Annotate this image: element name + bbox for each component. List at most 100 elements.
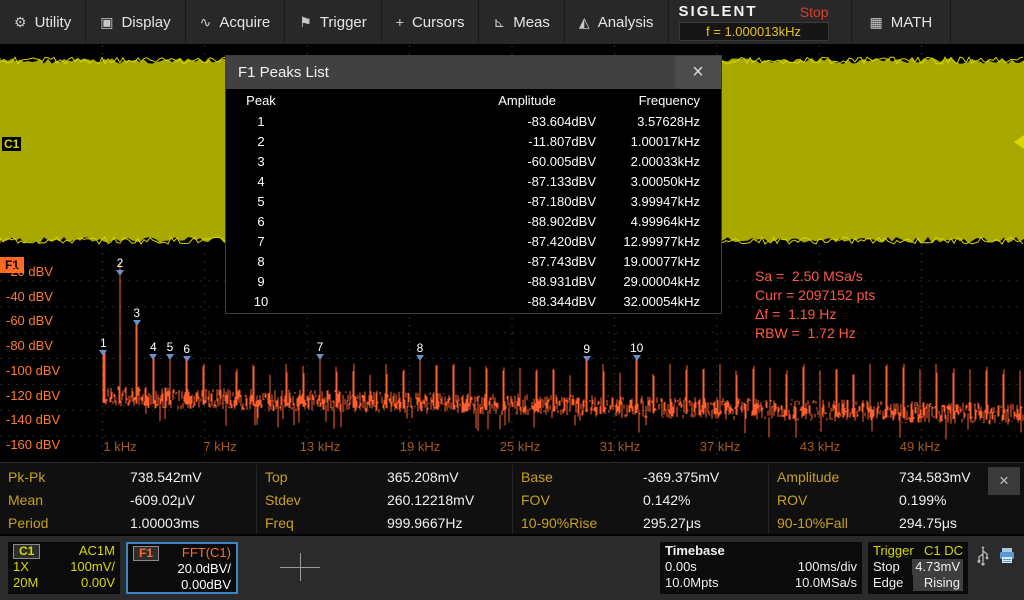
peaks-row: 6-88.902dBV4.99964kHz [226, 211, 721, 231]
peak-marker: 1 [93, 337, 113, 356]
fft-y-label: -20 dBV [6, 264, 53, 279]
peak-frequency: 3.99947kHz [606, 194, 718, 209]
c1-coupling: AC1M [79, 543, 115, 559]
trigger-label: Trigger [873, 543, 914, 559]
printer-icon[interactable] [998, 546, 1016, 566]
meas-close-icon[interactable]: × [988, 467, 1020, 495]
peak-marker: 9 [577, 343, 597, 362]
dialog-title: F1 Peaks List [226, 64, 329, 81]
peak-num: 7 [226, 234, 296, 249]
peak-marker-triangle-icon [99, 350, 107, 356]
measurement-cell: FOV0.142% [512, 488, 768, 511]
peaks-table-body: 1-83.604dBV3.57628Hz2-11.807dBV1.00017kH… [226, 111, 721, 311]
measurement-value: -609.02μV [130, 492, 195, 508]
menu-label: Analysis [598, 14, 654, 31]
peak-num: 9 [226, 274, 296, 289]
measurement-label: Freq [265, 515, 387, 531]
peak-marker: 7 [310, 341, 330, 360]
measurement-cell: Top365.208mV [256, 465, 512, 488]
timebase-descriptor[interactable]: Timebase 0.00s 100ms/div 10.0Mpts 10.0MS… [660, 542, 862, 594]
measurement-label: Mean [8, 492, 130, 508]
col-amplitude: Amplitude [296, 93, 606, 108]
fft-x-label: 31 kHz [600, 439, 640, 454]
menu-meas[interactable]: ⊾Meas [479, 0, 564, 44]
fft-stat-line: Δf = 1.19 Hz [755, 306, 836, 322]
f1-scale: 20.0dBV/ [178, 561, 232, 577]
timebase-label: Timebase [665, 543, 725, 559]
fft-x-label: 19 kHz [400, 439, 440, 454]
trigger-level-arrow[interactable] [1014, 135, 1024, 149]
c1-channel-tag[interactable]: C1 [2, 137, 21, 151]
measurement-label: Stdev [265, 492, 387, 508]
c1-scale: 100mV/ [70, 559, 115, 575]
usb-icon[interactable] [974, 546, 992, 566]
peak-marker-number: 6 [177, 343, 197, 355]
trigger-flag-icon: ⚑ [299, 14, 312, 31]
c1-offset: 0.00V [81, 575, 115, 591]
peak-frequency: 4.99964kHz [606, 214, 718, 229]
acquire-icon: ∿ [200, 14, 212, 31]
menu-label: Utility [35, 14, 72, 31]
menu-analysis[interactable]: ◭Analysis [565, 0, 669, 44]
peak-frequency: 3.57628Hz [606, 114, 718, 129]
peak-marker-triangle-icon [133, 320, 141, 326]
dialog-header: F1 Peaks List × [226, 56, 721, 89]
menu-display[interactable]: ▣Display [86, 0, 185, 44]
peak-marker-triangle-icon [633, 355, 641, 361]
display-icon: ▣ [100, 14, 113, 31]
peak-marker-triangle-icon [416, 355, 424, 361]
peak-amplitude: -88.344dBV [296, 294, 606, 309]
measurement-label: Top [265, 469, 387, 485]
measurement-label: 10-90%Rise [521, 515, 643, 531]
timebase-delay: 0.00s [665, 559, 697, 575]
fft-x-label: 13 kHz [300, 439, 340, 454]
fft-x-label: 37 kHz [700, 439, 740, 454]
math-f1-descriptor[interactable]: F1 FFT(C1) 20.0dBV/ 0.00dBV [126, 542, 238, 594]
menu-cursors[interactable]: +Cursors [382, 0, 480, 44]
measurement-panel: Pk-Pk738.542mVTop365.208mVBase-369.375mV… [0, 462, 1024, 535]
fft-x-label: 7 kHz [203, 439, 236, 454]
measurement-cell: Base-369.375mV [512, 465, 768, 488]
c1-attenuation: 1X [13, 559, 29, 575]
channel-c1-descriptor[interactable]: C1 AC1M 1X 100mV/ 20M 0.00V [8, 542, 120, 594]
menu-math[interactable]: ▦ MATH [851, 0, 952, 44]
peak-amplitude: -87.420dBV [296, 234, 606, 249]
measurement-value: 738.542mV [130, 469, 202, 485]
peak-marker-triangle-icon [183, 356, 191, 362]
peaks-row: 7-87.420dBV12.99977kHz [226, 231, 721, 251]
measurement-label: ROV [777, 492, 899, 508]
peak-amplitude: -88.931dBV [296, 274, 606, 289]
peak-frequency: 32.00054kHz [606, 294, 718, 309]
measurement-cell: Mean-609.02μV [0, 488, 256, 511]
menu-label: Cursors [412, 14, 465, 31]
trigger-descriptor[interactable]: Trigger C1 DC Stop 4.73mV Edge Rising [868, 542, 968, 594]
peak-marker-triangle-icon [116, 270, 124, 276]
measurement-value: 295.27μs [643, 515, 701, 531]
siglent-logo: SIGLENT [679, 3, 758, 20]
measurement-value: 734.583mV [899, 469, 971, 485]
peak-frequency: 2.00033kHz [606, 154, 718, 169]
peak-marker-number: 10 [627, 342, 647, 354]
peak-marker-number: 7 [310, 341, 330, 353]
menu-trigger[interactable]: ⚑Trigger [285, 0, 382, 44]
gear-icon: ⚙ [14, 14, 27, 31]
peak-marker-triangle-icon [166, 354, 174, 360]
peak-frequency: 3.00050kHz [606, 174, 718, 189]
dialog-close-icon[interactable]: × [675, 56, 721, 89]
peak-marker-triangle-icon [583, 356, 591, 362]
peak-num: 2 [226, 134, 296, 149]
run-state-indicator[interactable]: Stop [800, 4, 829, 20]
peak-frequency: 29.00004kHz [606, 274, 718, 289]
peak-amplitude: -11.807dBV [296, 134, 606, 149]
peak-marker-number: 1 [93, 337, 113, 349]
fft-x-label: 1 kHz [103, 439, 136, 454]
menu-acquire[interactable]: ∿Acquire [186, 0, 286, 44]
measurement-cell: Pk-Pk738.542mV [0, 465, 256, 488]
c1-badge: C1 [13, 544, 40, 559]
measurement-value: 260.12218mV [387, 492, 474, 508]
menu-utility[interactable]: ⚙ Utility [0, 0, 86, 44]
measurement-label: FOV [521, 492, 643, 508]
measurement-label: Base [521, 469, 643, 485]
measurement-value: 1.00003ms [130, 515, 199, 531]
peak-num: 8 [226, 254, 296, 269]
